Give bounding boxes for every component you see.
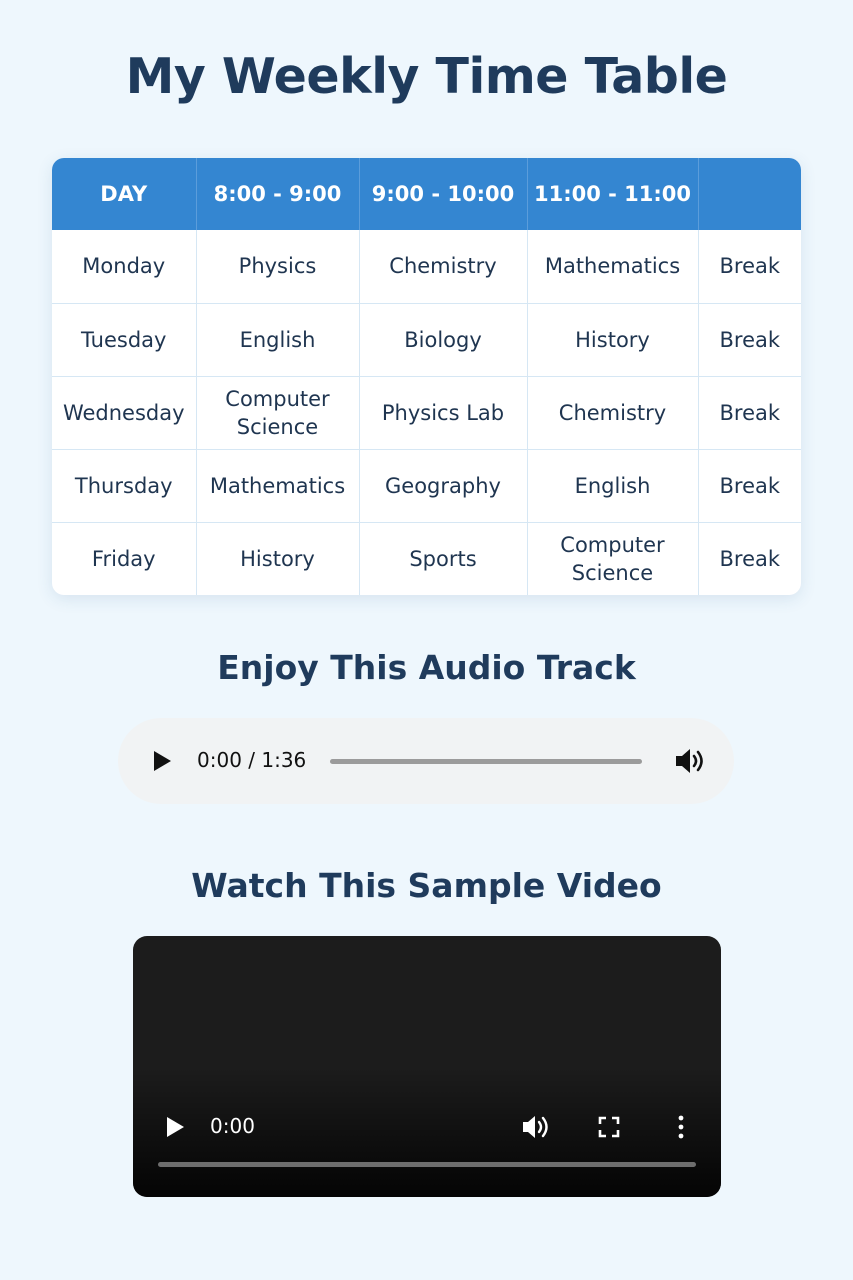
subject-cell: English (196, 302, 360, 376)
header-cell-day: DAY (52, 158, 197, 230)
volume-icon[interactable] (521, 1114, 551, 1140)
more-options-icon[interactable] (674, 1114, 688, 1140)
break-cell: Break (698, 375, 801, 449)
break-cell: Break (698, 448, 801, 522)
subject-cell: History (196, 521, 360, 595)
header-cell-slot-1: 8:00 - 9:00 (196, 158, 360, 230)
subject-cell: English (527, 448, 699, 522)
subject-cell: Physics Lab (359, 375, 528, 449)
subject-cell: Computer Science (196, 375, 360, 449)
day-cell: Friday (52, 521, 197, 595)
header-cell-slot-4 (698, 158, 801, 230)
timetable-header-row: DAY 8:00 - 9:00 9:00 - 10:00 11:00 - 11:… (52, 158, 801, 230)
day-cell: Wednesday (52, 375, 197, 449)
audio-player: 0:00 / 1:36 (118, 718, 734, 804)
header-cell-slot-2: 9:00 - 10:00 (359, 158, 528, 230)
subject-cell: Mathematics (527, 230, 699, 303)
audio-progress-bar[interactable] (330, 759, 642, 764)
play-icon[interactable] (152, 750, 172, 772)
video-progress-bar[interactable] (158, 1162, 696, 1167)
timetable: DAY 8:00 - 9:00 9:00 - 10:00 11:00 - 11:… (52, 158, 801, 595)
break-cell: Break (698, 302, 801, 376)
play-icon[interactable] (165, 1116, 185, 1138)
page-title: My Weekly Time Table (125, 48, 728, 105)
volume-icon[interactable] (674, 747, 706, 775)
subject-cell: Chemistry (359, 230, 528, 303)
fullscreen-icon[interactable] (598, 1116, 620, 1138)
table-row: Monday Physics Chemistry Mathematics Bre… (52, 230, 801, 303)
day-cell: Thursday (52, 448, 197, 522)
subject-cell: Geography (359, 448, 528, 522)
video-player[interactable]: 0:00 (133, 936, 721, 1197)
header-cell-slot-3: 11:00 - 11:00 (527, 158, 699, 230)
break-cell: Break (719, 254, 781, 279)
subject-cell: History (527, 302, 699, 376)
subject-cell: Computer Science (527, 521, 699, 595)
subject-cell: Sports (359, 521, 528, 595)
video-time-display: 0:00 (210, 1114, 255, 1138)
subject-cell: Physics (196, 230, 360, 303)
subject-cell: Chemistry (527, 375, 699, 449)
timetable-card: DAY 8:00 - 9:00 9:00 - 10:00 11:00 - 11:… (52, 158, 801, 595)
break-cell: Break (698, 521, 801, 595)
day-cell: Tuesday (52, 302, 197, 376)
table-row: Thursday Mathematics Geography English B… (52, 448, 801, 522)
subject-cell: Mathematics (196, 448, 360, 522)
table-row: Tuesday English Biology History Break (52, 302, 801, 376)
subject-cell: Biology (359, 302, 528, 376)
day-cell: Monday (52, 230, 197, 303)
table-row: Wednesday Computer Science Physics Lab C… (52, 375, 801, 449)
video-section-title: Watch This Sample Video (191, 866, 662, 905)
audio-section-title: Enjoy This Audio Track (217, 648, 636, 687)
table-row: Friday History Sports Computer Science B… (52, 521, 801, 595)
audio-time-display: 0:00 / 1:36 (197, 748, 307, 772)
